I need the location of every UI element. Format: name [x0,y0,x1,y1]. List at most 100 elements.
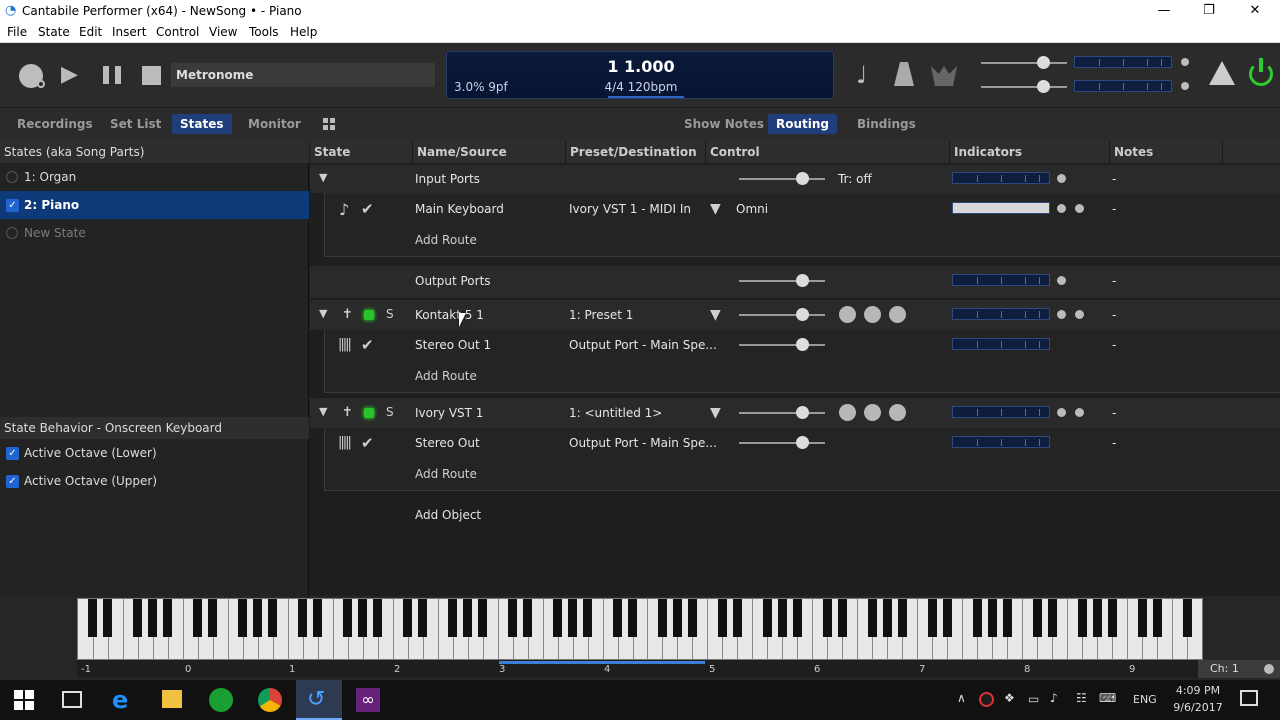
black-key[interactable] [822,599,832,637]
behavior-item-lower[interactable]: ✓ Active Octave (Lower) [0,439,309,467]
black-key[interactable] [717,599,727,637]
wifi-icon[interactable]: ☷ [1076,691,1087,705]
black-key[interactable] [508,599,518,637]
black-key[interactable] [882,599,892,637]
row-name[interactable]: Ivory VST 1 [415,406,483,420]
xbox-icon[interactable] [209,688,233,712]
black-key[interactable] [358,599,368,637]
behavior-item-upper[interactable]: ✓ Active Octave (Upper) [0,467,309,495]
tab-set-list[interactable]: Set List [102,114,169,134]
check-icon[interactable]: ✓ [6,447,19,460]
metronome-label[interactable]: Metronome [171,63,435,87]
black-key[interactable] [523,599,533,637]
tab-recordings[interactable]: Recordings [9,114,101,134]
black-key[interactable] [672,599,682,637]
black-key[interactable] [148,599,158,637]
black-key[interactable] [1107,599,1117,637]
solo-icon[interactable]: S [386,307,394,321]
collapse-arrow-icon[interactable]: ▼ [319,171,327,184]
transport-display[interactable]: 1 1.000 4/4 120bpm 3.0% 9pf [446,51,834,99]
piano-keyboard[interactable] [77,598,1203,660]
black-key[interactable] [208,599,218,637]
col-state[interactable]: State [314,145,350,159]
route-source[interactable]: Main Keyboard [415,202,504,216]
black-key[interactable] [343,599,353,637]
pin-icon[interactable]: ✝ [342,405,353,420]
black-key[interactable] [583,599,593,637]
row-preset[interactable]: 1: Preset 1 [569,308,633,322]
black-key[interactable] [987,599,997,637]
black-key[interactable] [1182,599,1192,637]
pin-icon[interactable]: ✝ [342,307,353,322]
black-key[interactable] [687,599,697,637]
add-route-button[interactable]: Add Route [415,233,477,247]
filter-icon[interactable]: ▼ [710,201,721,217]
check-icon[interactable]: ✓ [6,475,19,488]
close-button[interactable]: ✕ [1232,0,1278,23]
black-key[interactable] [553,599,563,637]
balance-knob[interactable] [864,306,881,323]
black-key[interactable] [1092,599,1102,637]
active-led-icon[interactable] [364,310,374,320]
midi-channel[interactable]: Omni [736,202,768,216]
width-knob[interactable] [889,404,906,421]
menu-tools[interactable]: Tools [249,25,279,39]
black-key[interactable] [268,599,278,637]
record-tray-icon[interactable] [979,692,994,707]
transpose-value[interactable]: Tr: off [838,172,872,186]
menu-view[interactable]: View [209,25,237,39]
col-notes[interactable]: Notes [1114,145,1153,159]
black-key[interactable] [1152,599,1162,637]
battery-icon[interactable]: ▭ [1028,692,1039,706]
pause-button[interactable] [103,66,121,84]
black-key[interactable] [103,599,113,637]
state-radio-icon[interactable] [6,227,18,239]
master-input-slider[interactable] [981,56,1067,69]
tab-monitor[interactable]: Monitor [240,114,309,134]
row-preset[interactable]: 1: <untitled 1> [569,406,662,420]
black-key[interactable] [88,599,98,637]
tab-routing[interactable]: Routing [768,114,838,134]
clock-time[interactable]: 4:09 PM [1172,684,1224,697]
route-source[interactable]: Stereo Out [415,436,480,450]
black-key[interactable] [897,599,907,637]
black-key[interactable] [298,599,308,637]
black-key[interactable] [253,599,263,637]
black-key[interactable] [313,599,323,637]
black-key[interactable] [1047,599,1057,637]
black-key[interactable] [1032,599,1042,637]
black-key[interactable] [403,599,413,637]
collapse-arrow-icon[interactable]: ▼ [319,307,327,320]
black-key[interactable] [193,599,203,637]
notifications-icon[interactable] [1240,690,1258,706]
state-item-new[interactable]: New State [0,219,309,247]
black-key[interactable] [133,599,143,637]
keyboard-icon[interactable]: ⌨ [1099,691,1116,705]
black-key[interactable] [568,599,578,637]
route-destination[interactable]: Ivory VST 1 - MIDI In [569,202,691,216]
black-key[interactable] [478,599,488,637]
black-key[interactable] [1137,599,1147,637]
state-radio-icon[interactable] [6,171,18,183]
add-object-button[interactable]: Add Object [415,508,481,522]
black-key[interactable] [1077,599,1087,637]
black-key[interactable] [942,599,952,637]
black-key[interactable] [373,599,383,637]
menu-edit[interactable]: Edit [79,25,102,39]
pan-knob[interactable] [839,404,856,421]
state-item-organ[interactable]: 1: Organ [0,163,309,191]
balance-knob[interactable] [864,404,881,421]
route-destination[interactable]: Output Port - Main Spe... [569,436,717,450]
check-icon[interactable]: ✓ [6,199,19,212]
clock-date[interactable]: 9/6/2017 [1170,701,1226,714]
play-button[interactable]: ▶ [61,63,78,87]
restore-button[interactable]: ❐ [1186,0,1232,23]
route-destination[interactable]: Output Port - Main Spe... [569,338,717,352]
black-key[interactable] [657,599,667,637]
black-key[interactable] [762,599,772,637]
col-indicators[interactable]: Indicators [954,145,1022,159]
pan-knob[interactable] [839,306,856,323]
minimize-button[interactable]: — [1141,0,1187,23]
menu-control[interactable]: Control [156,25,199,39]
gain-slider[interactable] [739,274,825,287]
